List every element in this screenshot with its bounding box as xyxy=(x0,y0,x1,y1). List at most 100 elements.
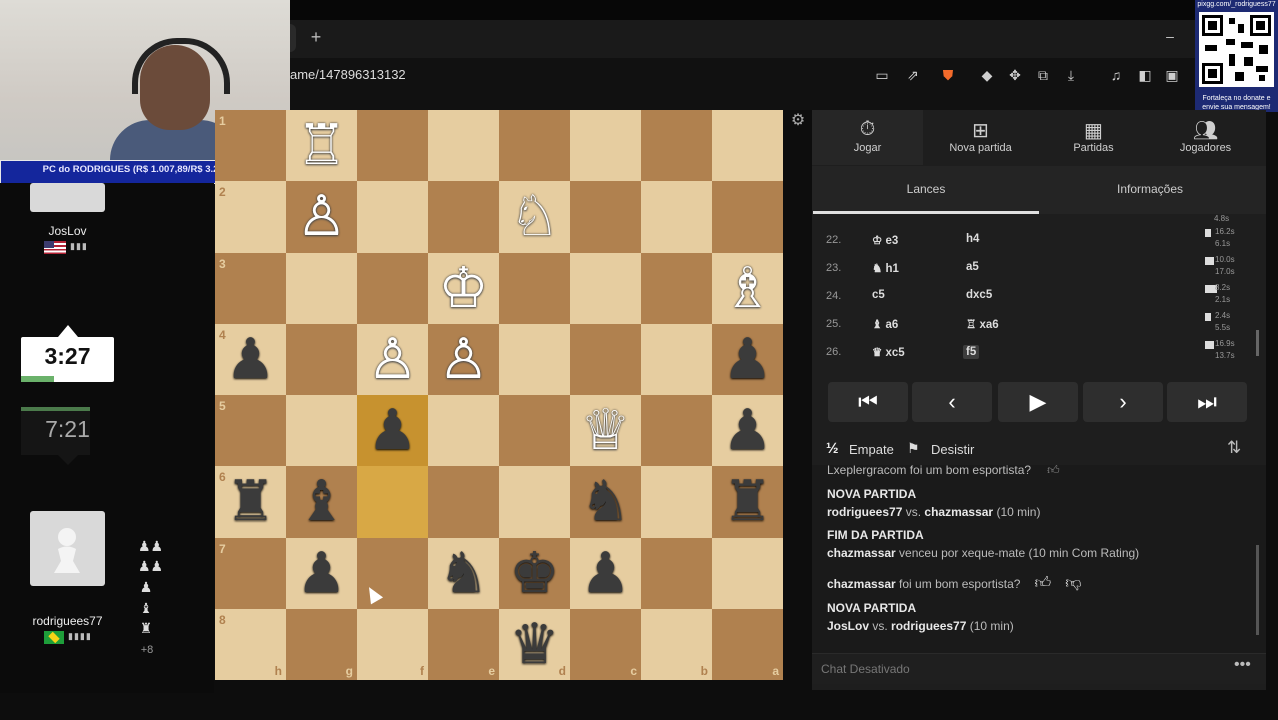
first-move-button[interactable]: ⏮ xyxy=(828,382,908,422)
bottom-player-avatar[interactable] xyxy=(30,511,105,586)
draw-icon[interactable]: ½ xyxy=(826,440,839,457)
gear-icon[interactable]: ⚙ xyxy=(789,112,807,130)
last-move-button[interactable]: ⏭ xyxy=(1167,382,1247,422)
black-move[interactable]: dxc5 xyxy=(966,289,992,301)
white-move[interactable]: c5 xyxy=(872,289,885,301)
thumbs-up-icon[interactable]: 👍︎ xyxy=(1034,575,1051,592)
board-square[interactable]: 4 ♟ xyxy=(215,323,286,395)
white-piece[interactable]: ♘ xyxy=(499,181,570,252)
tab-icon[interactable]: ▭ xyxy=(873,66,891,84)
white-piece[interactable]: ♕ xyxy=(570,395,641,466)
chat-menu-icon[interactable]: ••• xyxy=(1234,656,1251,674)
next-move-button[interactable]: › xyxy=(1083,382,1163,422)
board-square[interactable] xyxy=(712,537,783,609)
board-square[interactable] xyxy=(570,323,641,395)
black-piece[interactable]: ♜ xyxy=(215,466,286,537)
board-square[interactable] xyxy=(712,181,783,253)
board-square[interactable]: b xyxy=(641,608,712,680)
board-square[interactable]: f xyxy=(357,608,428,680)
white-move[interactable]: ♛ xc5 xyxy=(872,345,905,359)
board-square[interactable]: ♜ xyxy=(712,466,783,538)
nav-tab-nova-partida[interactable]: ⊞ Nova partida xyxy=(925,110,1036,165)
black-piece[interactable]: ♜ xyxy=(712,466,783,537)
board-square[interactable] xyxy=(428,181,499,253)
board-square[interactable]: e xyxy=(428,608,499,680)
chat-player[interactable]: chazmassar xyxy=(827,577,896,591)
board-square[interactable] xyxy=(499,466,570,538)
board-square[interactable] xyxy=(428,395,499,467)
chat-player[interactable]: chazmassar xyxy=(827,546,896,560)
black-piece[interactable]: ♚ xyxy=(499,538,570,609)
board-square[interactable]: ♟ xyxy=(570,537,641,609)
chat-scrollbar[interactable] xyxy=(1256,545,1259,635)
white-move[interactable]: ♞ h1 xyxy=(872,261,899,275)
black-piece[interactable]: ♟ xyxy=(286,538,357,609)
sidebar-icon[interactable]: ◧ xyxy=(1136,66,1154,84)
black-move[interactable]: a5 xyxy=(966,261,979,273)
board-square[interactable] xyxy=(499,252,570,324)
board-square[interactable] xyxy=(570,110,641,182)
black-piece[interactable]: ♟ xyxy=(712,395,783,466)
white-piece[interactable]: ♔ xyxy=(428,253,499,324)
black-piece[interactable]: ♟ xyxy=(570,538,641,609)
black-piece[interactable]: ♛ xyxy=(499,609,570,680)
board-square[interactable] xyxy=(428,466,499,538)
board-square[interactable]: ♙ xyxy=(428,323,499,395)
white-piece[interactable]: ♙ xyxy=(286,181,357,252)
board-square[interactable] xyxy=(641,537,712,609)
move-list[interactable]: 4.8s 22. ♔ e3 h4 16.2s 6.1s 23. ♞ h1 a5 10.0s 1… xyxy=(812,214,1256,364)
board-square[interactable]: ♚ xyxy=(499,537,570,609)
white-piece[interactable]: ♙ xyxy=(357,324,428,395)
black-piece[interactable]: ♟ xyxy=(215,324,286,395)
board-square[interactable]: ♞ xyxy=(570,466,641,538)
chat-player[interactable]: rodriguees77 xyxy=(827,505,902,519)
screenshot-icon[interactable]: ⧉ xyxy=(1034,66,1052,84)
black-piece[interactable]: ♝ xyxy=(286,466,357,537)
board-square[interactable]: ♝ xyxy=(286,466,357,538)
white-piece[interactable]: ♖ xyxy=(286,110,357,181)
rewards-icon[interactable]: ◆ xyxy=(978,66,996,84)
top-player-name[interactable]: JosLov xyxy=(0,224,135,238)
board-square[interactable]: 7 xyxy=(215,537,286,609)
board-square[interactable] xyxy=(641,323,712,395)
black-move[interactable]: ♖ xa6 xyxy=(966,317,999,331)
board-square[interactable] xyxy=(357,252,428,324)
board-square[interactable] xyxy=(499,323,570,395)
white-piece[interactable]: ♙ xyxy=(428,324,499,395)
chat-player[interactable]: JosLov xyxy=(827,619,869,633)
board-square[interactable] xyxy=(428,110,499,182)
black-piece[interactable]: ♟ xyxy=(357,395,428,466)
previous-move-button[interactable]: ‹ xyxy=(912,382,992,422)
black-piece[interactable]: ♞ xyxy=(570,466,641,537)
black-piece[interactable]: ♞ xyxy=(428,538,499,609)
tab-lances[interactable]: Lances xyxy=(813,182,1039,196)
minimize-button[interactable]: – xyxy=(1160,24,1180,48)
board-square[interactable]: 2 xyxy=(215,181,286,253)
chat-player[interactable]: rodriguees77 xyxy=(891,619,966,633)
board-square[interactable]: ♗ xyxy=(712,252,783,324)
white-piece[interactable]: ♗ xyxy=(712,253,783,324)
black-move[interactable]: f5 xyxy=(963,345,980,359)
url-text[interactable]: ame/147896313132 xyxy=(290,67,406,82)
address-bar[interactable] xyxy=(290,60,1190,90)
board-square[interactable] xyxy=(570,252,641,324)
resign-button[interactable]: Desistir xyxy=(931,442,974,457)
board-square[interactable]: ♟ xyxy=(712,395,783,467)
board-square[interactable]: ♞ xyxy=(428,537,499,609)
play-button[interactable]: ▶ xyxy=(998,382,1078,422)
board-square[interactable]: ♙ xyxy=(286,181,357,253)
board-square[interactable]: ♙ xyxy=(357,323,428,395)
board-square[interactable]: ♕ xyxy=(570,395,641,467)
nav-tab-jogar[interactable]: ⏱ Jogar xyxy=(812,110,923,165)
board-square[interactable] xyxy=(641,181,712,253)
board-square[interactable]: ♟ xyxy=(712,323,783,395)
chat-player[interactable]: chazmassar xyxy=(924,505,993,519)
board-square[interactable] xyxy=(641,466,712,538)
board-square[interactable] xyxy=(286,323,357,395)
chess-board[interactable]: 1 ♖ 2 ♙ ♘ 3 ♔ ♗ 4 ♟ ♙ ♙ ♟ 5 ♟ ♕ ♟ 6 ♜ ♝ ♞ ♜ 7 ♟ ♞ ♚ ♟ 8 h g f e d ♛ c b a xyxy=(215,110,783,680)
board-square[interactable] xyxy=(286,395,357,467)
board-square[interactable] xyxy=(286,252,357,324)
board-square[interactable] xyxy=(641,110,712,182)
top-player-avatar[interactable] xyxy=(30,183,105,212)
board-square[interactable] xyxy=(357,110,428,182)
